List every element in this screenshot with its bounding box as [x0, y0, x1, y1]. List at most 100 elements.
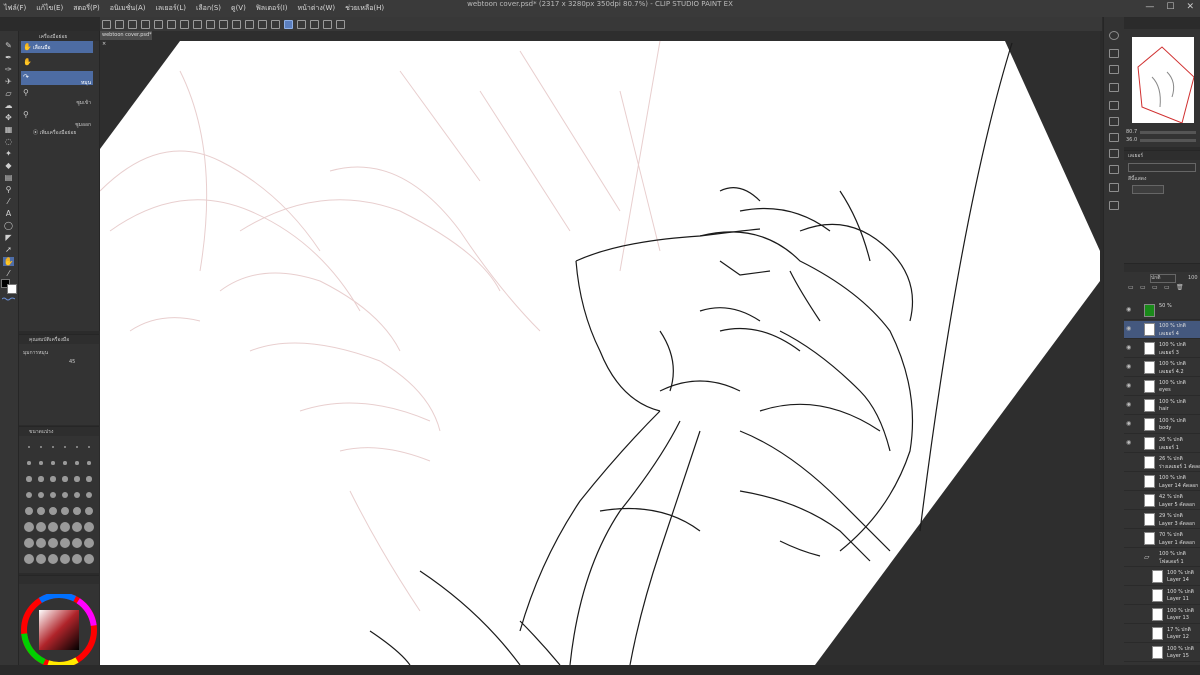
- brush-size-preset[interactable]: [48, 522, 58, 532]
- brush-size-preset[interactable]: [73, 491, 81, 499]
- visibility-eye-icon[interactable]: [1126, 497, 1132, 503]
- new-folder-icon[interactable]: ▭: [1152, 284, 1158, 291]
- brush-size-preset[interactable]: [72, 554, 82, 564]
- layer-row[interactable]: ◉ 100 % ปกติ เลเยอร์ 4.2: [1124, 359, 1200, 377]
- grid-icon[interactable]: ▦: [3, 125, 14, 134]
- visibility-eye-icon[interactable]: ◉: [1126, 402, 1132, 408]
- zoom-slider[interactable]: [1140, 131, 1196, 134]
- visibility-eye-icon[interactable]: ◉: [1126, 383, 1132, 389]
- ruler-snap-icon[interactable]: [284, 19, 293, 29]
- color-wheel[interactable]: [19, 592, 99, 668]
- brush-size-preset[interactable]: [50, 476, 56, 482]
- brush-size-preset[interactable]: [62, 476, 68, 482]
- layer-property-icon[interactable]: [1109, 101, 1119, 110]
- redo-icon[interactable]: [167, 19, 176, 29]
- layer-row[interactable]: 26 % ปกติ ร่างเลเยอร์ 1 คัดลอก: [1124, 454, 1200, 472]
- layer-row[interactable]: ◉ 100 % ปกติ เลเยอร์ 4: [1124, 321, 1200, 339]
- visibility-eye-icon[interactable]: ◉: [1126, 326, 1132, 332]
- special-ruler-snap-icon[interactable]: [297, 19, 306, 29]
- figure-icon[interactable]: ⁄: [3, 197, 14, 206]
- brush-size-preset[interactable]: [36, 506, 46, 516]
- sub-color-swatch[interactable]: [7, 284, 17, 294]
- folder-layer-row[interactable]: 100 % ปกติ Layer 15: [1124, 644, 1200, 662]
- new-file-icon[interactable]: [115, 19, 124, 29]
- subtool-item-rotate[interactable]: ↷ หมุน: [21, 71, 93, 86]
- navigator-icon[interactable]: [1109, 31, 1119, 40]
- settings-icon[interactable]: [323, 19, 332, 29]
- brush-size-preset[interactable]: [60, 538, 70, 548]
- brush-size-preset[interactable]: [76, 446, 78, 448]
- airbrush-icon[interactable]: ✈: [3, 77, 14, 86]
- eraser-icon[interactable]: ▱: [3, 89, 14, 98]
- document-tab-close[interactable]: ×: [102, 41, 106, 47]
- visibility-eye-icon[interactable]: ◉: [1126, 364, 1132, 370]
- visibility-eye-icon[interactable]: [1126, 478, 1132, 484]
- undo-icon[interactable]: [154, 19, 163, 29]
- visibility-eye-icon[interactable]: [1126, 459, 1132, 465]
- brush-size-preset[interactable]: [48, 506, 58, 516]
- folder-layer-row[interactable]: 17 % ปกติ Layer 12: [1124, 625, 1200, 643]
- brush-size-preset[interactable]: [26, 476, 32, 482]
- layer-row[interactable]: ◉ 100 % ปกติ body: [1124, 416, 1200, 434]
- pencil-icon[interactable]: ✎: [3, 41, 14, 50]
- clear-icon[interactable]: [180, 19, 189, 29]
- grid-snap-icon[interactable]: [310, 19, 319, 29]
- lasso-icon[interactable]: ◌: [3, 137, 14, 146]
- brush-size-preset[interactable]: [48, 538, 58, 548]
- subtool-item-zoom-out[interactable]: ⚲ ซูมออก: [21, 109, 93, 131]
- brush-size-preset[interactable]: [25, 491, 33, 499]
- layer-folder-row[interactable]: ▱ 100 % ปกติ โฟลเดอร์ 1: [1124, 549, 1200, 567]
- brush-size-preset[interactable]: [36, 554, 46, 564]
- transform-icon[interactable]: [245, 19, 254, 29]
- layer-opacity-value[interactable]: 100: [1188, 275, 1198, 281]
- eyedropper-small-icon[interactable]: ⁄: [3, 269, 14, 278]
- save-icon[interactable]: [141, 19, 150, 29]
- gradient-icon[interactable]: ▤: [3, 173, 14, 182]
- pen-icon[interactable]: ✒: [3, 53, 14, 62]
- fill-icon[interactable]: ◆: [3, 161, 14, 170]
- brush-icon[interactable]: ✑: [3, 65, 14, 74]
- rotation-slider[interactable]: [1140, 139, 1196, 142]
- layer-row[interactable]: ◉ 26 % ปกติ เลเยอร์ 1: [1124, 435, 1200, 453]
- brush-size-preset[interactable]: [86, 476, 92, 482]
- cut-icon[interactable]: [193, 19, 202, 29]
- brush-size-preset[interactable]: [64, 446, 66, 448]
- subtool-item-hand-small[interactable]: ✋: [21, 57, 93, 69]
- text-icon[interactable]: A: [3, 209, 14, 218]
- material-icon[interactable]: [1109, 133, 1119, 142]
- deselect-icon[interactable]: [258, 19, 267, 29]
- canvas-area[interactable]: [100, 31, 1100, 665]
- open-file-icon[interactable]: [128, 19, 137, 29]
- brush-size-preset[interactable]: [60, 554, 70, 564]
- brush-size-preset[interactable]: [72, 538, 82, 548]
- visibility-eye-icon[interactable]: [1126, 516, 1132, 522]
- visibility-eye-icon[interactable]: ◉: [1126, 440, 1132, 446]
- paste-icon[interactable]: [219, 19, 228, 29]
- brush-size-preset[interactable]: [39, 461, 43, 465]
- new-raster-layer-icon[interactable]: ▭: [1128, 284, 1134, 291]
- subtool-item-zoom-in[interactable]: ⚲ ซูมเข้า: [21, 87, 93, 109]
- layer-row[interactable]: ◉ 50 %: [1124, 302, 1200, 320]
- brush-size-preset[interactable]: [24, 506, 34, 516]
- brush-size-preset[interactable]: [74, 476, 80, 482]
- brush-size-preset[interactable]: [40, 446, 42, 448]
- visibility-eye-icon[interactable]: [1126, 535, 1132, 541]
- layer-row[interactable]: ◉ 100 % ปกติ เลเยอร์ 3: [1124, 340, 1200, 358]
- brush-size-preset[interactable]: [85, 491, 93, 499]
- operation-icon[interactable]: ➚: [3, 245, 14, 254]
- sub-view-icon[interactable]: [1109, 201, 1119, 210]
- layer-row[interactable]: 70 % ปกติ Layer 1 คัดลอก: [1124, 530, 1200, 548]
- eyedropper-icon[interactable]: ⚲: [3, 185, 14, 194]
- brush-size-preset[interactable]: [24, 538, 34, 548]
- brush-size-preset[interactable]: [49, 491, 57, 499]
- clip-studio-icon[interactable]: [336, 19, 345, 29]
- color-set-icon[interactable]: [1109, 165, 1119, 174]
- color-indicator[interactable]: [1132, 185, 1164, 194]
- brush-size-preset[interactable]: [84, 554, 94, 564]
- brush-size-preset[interactable]: [75, 461, 79, 465]
- blend-icon[interactable]: ☁: [3, 101, 14, 110]
- brush-size-preset[interactable]: [38, 476, 44, 482]
- layer-row[interactable]: 29 % ปกติ Layer 3 คัดลอก: [1124, 511, 1200, 529]
- zoom-value[interactable]: 80.7: [1126, 129, 1137, 135]
- fill-selection-icon[interactable]: [232, 19, 241, 29]
